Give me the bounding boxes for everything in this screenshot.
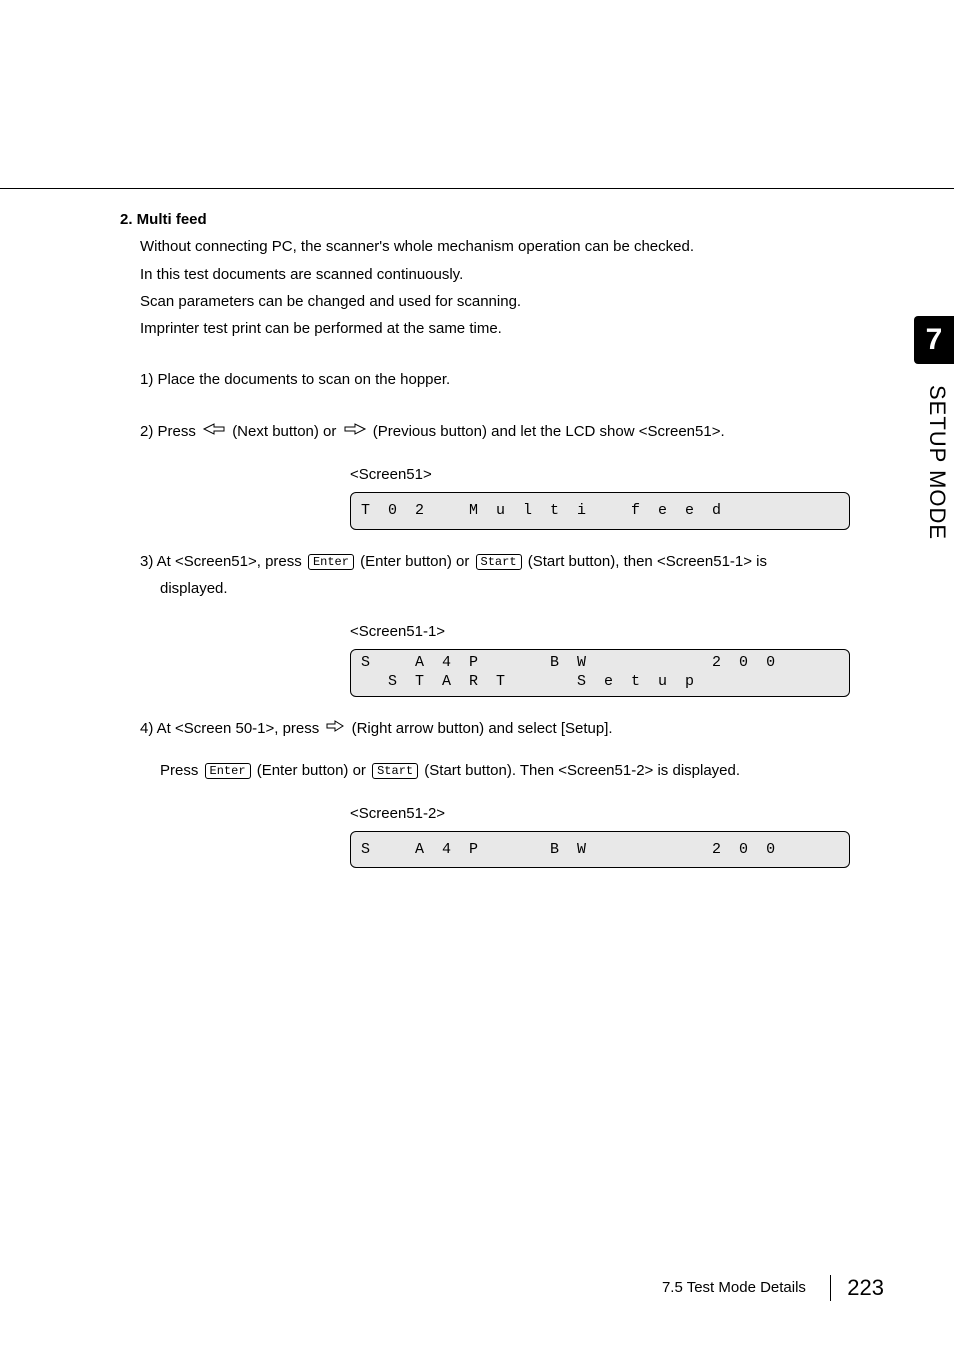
step-2-b: (Next button) or <box>232 423 340 440</box>
previous-arrow-icon <box>343 420 367 443</box>
enter-button-label: Enter <box>308 554 354 570</box>
start-button-label-2: Start <box>372 763 418 779</box>
screen51-1-block: <Screen51-1> S A 4 P B W 2 0 0 S T A R T… <box>350 620 910 697</box>
step-4-b: (Right arrow button) and select [Setup]. <box>352 720 613 737</box>
step-4-d: (Enter button) or <box>257 762 370 779</box>
step-3-a: 3) At <Screen51>, press <box>140 553 306 570</box>
header-rule <box>0 188 954 189</box>
intro-line-3: Scan parameters can be changed and used … <box>140 290 910 313</box>
next-arrow-icon <box>202 420 226 443</box>
right-arrow-icon <box>325 717 345 740</box>
screen51-block: <Screen51> T 0 2 M u l t i f e e d <box>350 463 910 530</box>
step-3-d: displayed. <box>160 577 910 600</box>
side-vertical-label: SETUP MODE <box>924 385 950 540</box>
step-1: 1) Place the documents to scan on the ho… <box>140 368 910 391</box>
screen51-caption: <Screen51> <box>350 463 910 486</box>
step-3-b: (Enter button) or <box>360 553 473 570</box>
step-4-a: 4) At <Screen 50-1>, press <box>140 720 323 737</box>
footer-divider <box>830 1275 831 1301</box>
enter-button-label-2: Enter <box>205 763 251 779</box>
intro-line-1: Without connecting PC, the scanner's who… <box>140 235 910 258</box>
step-3: 3) At <Screen51>, press Enter (Enter but… <box>140 550 910 573</box>
screen51-1-caption: <Screen51-1> <box>350 620 910 643</box>
step-4-e: (Start button). Then <Screen51-2> is dis… <box>424 762 740 779</box>
page-footer: 7.5 Test Mode Details 223 <box>662 1275 884 1301</box>
step-2: 2) Press (Next button) or (Previous butt… <box>140 420 910 444</box>
screen51-lcd: T 0 2 M u l t i f e e d <box>350 492 850 529</box>
step-4-line1: 4) At <Screen 50-1>, press (Right arrow … <box>140 717 910 741</box>
screen51-2-caption: <Screen51-2> <box>350 802 910 825</box>
screen51-1-row1: S A 4 P B W 2 0 0 <box>361 654 775 671</box>
intro-line-2: In this test documents are scanned conti… <box>140 263 910 286</box>
footer-page-number: 223 <box>847 1275 884 1300</box>
start-button-label: Start <box>476 554 522 570</box>
content-body: 2. Multi feed Without connecting PC, the… <box>120 208 910 888</box>
screen51-1-row2: S T A R T S e t u p <box>361 673 694 690</box>
step-2-c: (Previous button) and let the LCD show <… <box>373 423 725 440</box>
section-heading: 2. Multi feed <box>120 208 910 231</box>
intro-line-4: Imprinter test print can be performed at… <box>140 317 910 340</box>
screen51-row: T 0 2 M u l t i f e e d <box>361 502 721 519</box>
step-2-a: 2) Press <box>140 423 200 440</box>
footer-section: 7.5 Test Mode Details <box>662 1279 806 1296</box>
step-4-c: Press <box>160 762 203 779</box>
screen51-2-lcd: S A 4 P B W 2 0 0 <box>350 831 850 868</box>
chapter-tab: 7 <box>914 316 954 364</box>
screen51-1-lcd: S A 4 P B W 2 0 0 S T A R T S e t u p <box>350 649 850 697</box>
page: 7 SETUP MODE 2. Multi feed Without conne… <box>0 0 954 1351</box>
step-3-c: (Start button), then <Screen51-1> is <box>528 553 767 570</box>
chapter-number: 7 <box>926 323 943 356</box>
screen51-2-row: S A 4 P B W 2 0 0 <box>361 841 775 858</box>
screen51-2-block: <Screen51-2> S A 4 P B W 2 0 0 <box>350 802 910 869</box>
step-4-line2: Press Enter (Enter button) or Start (Sta… <box>160 759 910 782</box>
